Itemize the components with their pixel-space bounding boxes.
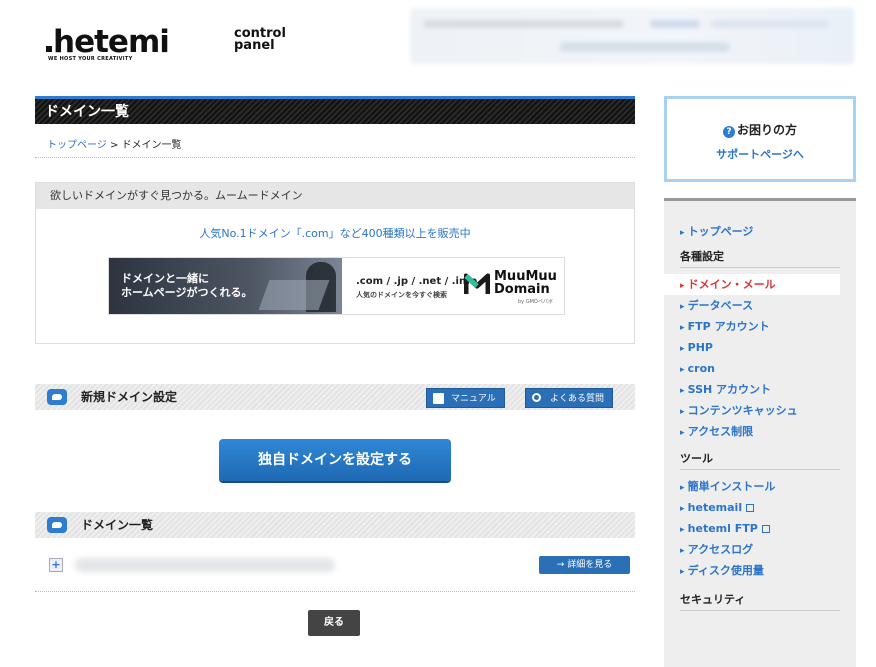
gmo-credit: by GMOペパボ: [518, 299, 553, 305]
muumuu-logo-icon: [464, 273, 490, 294]
breadcrumb-separator: >: [106, 140, 122, 151]
sidebar-item-access-control[interactable]: アクセス制限: [680, 421, 856, 442]
speech-bubble-icon: [47, 517, 67, 533]
expand-icon[interactable]: +: [49, 558, 63, 572]
logo-subtitle: control panel: [234, 27, 286, 53]
sidebar: トップページ 各種設定 ドメイン・メール データベース FTP アカウント PH…: [664, 198, 856, 667]
sidebar-heading-settings: 各種設定: [680, 246, 840, 268]
logo-wordmark: hetemi: [46, 24, 170, 60]
view-details-button[interactable]: → 詳細を見る: [539, 556, 630, 574]
table-row: + → 詳細を見る: [35, 538, 635, 592]
sidebar-item-cache[interactable]: コンテンツキャッシュ: [680, 400, 856, 421]
blurred-domain-name: [75, 558, 335, 572]
banner-brand: .com / .jp / .net / .info 人気のドメインを今すぐ検索 …: [342, 258, 564, 314]
breadcrumb-home-link[interactable]: トップページ: [47, 140, 107, 151]
back-button[interactable]: 戻る: [308, 610, 360, 636]
faq-label: よくある質問: [550, 394, 605, 404]
search-icon: [532, 393, 541, 402]
sidebar-item-heteml-ftp[interactable]: heteml FTP: [680, 518, 856, 539]
hetemail-label: hetemail: [687, 501, 743, 514]
blur-line: [424, 20, 624, 28]
banner-photo: ドメインと一緒に ホームページがつくれる。: [109, 258, 342, 314]
blur-line: [710, 20, 830, 28]
breadcrumb: トップページ > ドメイン一覧: [35, 136, 635, 158]
sidebar-item-top[interactable]: トップページ: [680, 221, 856, 242]
sidebar-item-ftp[interactable]: FTP アカウント: [680, 316, 856, 337]
logo-dot: [46, 46, 52, 52]
sidebar-item-easy-install[interactable]: 簡単インストール: [680, 476, 856, 497]
logo-main-text: hetemi: [53, 24, 170, 60]
banner-line-2: ホームページがつくれる。: [121, 286, 253, 299]
manual-button[interactable]: マニュアル: [426, 388, 505, 408]
domain-list-section: ドメイン一覧 + → 詳細を見る: [35, 512, 635, 592]
manual-label: マニュアル: [451, 394, 496, 404]
external-link-icon: [761, 525, 770, 533]
muumuu-banner[interactable]: ドメインと一緒に ホームページがつくれる。 .com / .jp / .net …: [108, 257, 565, 315]
logo-sub-line-2: panel: [234, 38, 275, 53]
sidebar-item-php[interactable]: PHP: [680, 337, 856, 358]
muumuu-wordmark: MuuMuu Domain: [494, 270, 557, 296]
set-custom-domain-button[interactable]: 独自ドメインを設定する: [219, 439, 451, 481]
sidebar-item-access-log[interactable]: アクセスログ: [680, 539, 856, 560]
promo-link[interactable]: 人気No.1ドメイン「.com」など400種類以上を販売中: [36, 225, 634, 241]
blurred-account-info: [410, 8, 854, 64]
help-title-text: お困りの方: [736, 123, 797, 137]
heteml-logo[interactable]: hetemi control panel WE HOST YOUR CREATI…: [46, 26, 296, 66]
sidebar-item-ssh[interactable]: SSH アカウント: [680, 379, 856, 400]
help-box: ? お困りの方 サポートページへ: [664, 96, 856, 182]
help-title: ? お困りの方: [667, 121, 853, 138]
brand-line-2: Domain: [494, 282, 550, 297]
sidebar-heading-tools: ツール: [680, 448, 840, 470]
section-title: 新規ドメイン設定: [81, 390, 178, 404]
help-question-icon: ?: [722, 126, 735, 138]
domain-list-section-header: ドメイン一覧: [35, 512, 635, 538]
section-title: ドメイン一覧: [81, 518, 154, 532]
main-content: ドメイン一覧 トップページ > ドメイン一覧 欲しいドメインがすぐ見つかる。ムー…: [35, 96, 635, 636]
banner-line-1: ドメインと一緒に: [121, 272, 209, 285]
speech-bubble-icon: [47, 389, 67, 405]
banner-tlds-sub: 人気のドメインを今すぐ検索: [356, 291, 447, 299]
book-icon: [433, 393, 444, 404]
faq-button[interactable]: よくある質問: [525, 388, 614, 408]
sidebar-item-cron[interactable]: cron: [680, 358, 856, 379]
blur-line: [560, 42, 730, 52]
external-link-icon: [746, 504, 755, 512]
banner-tlds: .com / .jp / .net / .info: [356, 276, 478, 287]
page-title: ドメイン一覧: [35, 96, 635, 124]
promo-heading: 欲しいドメインがすぐ見つかる。ムームードメイン: [36, 183, 634, 209]
sidebar-item-database[interactable]: データベース: [680, 295, 856, 316]
sidebar-item-disk-usage[interactable]: ディスク使用量: [680, 560, 856, 581]
support-page-link[interactable]: サポートページへ: [667, 146, 853, 162]
breadcrumb-current: ドメイン一覧: [121, 140, 182, 151]
sidebar-heading-security: セキュリティ: [680, 589, 840, 611]
new-domain-section-header: 新規ドメイン設定 マニュアル よくある質問: [35, 384, 635, 410]
muumuu-promo: 欲しいドメインがすぐ見つかる。ムームードメイン 人気No.1ドメイン「.com」…: [35, 182, 635, 344]
logo-tagline: WE HOST YOUR CREATIVITY: [48, 56, 133, 62]
sidebar-item-domain-mail[interactable]: ドメイン・メール: [664, 274, 840, 295]
heteml-ftp-label: heteml FTP: [687, 522, 758, 535]
blur-line: [650, 20, 700, 28]
sidebar-item-hetemail[interactable]: hetemail: [680, 497, 856, 518]
